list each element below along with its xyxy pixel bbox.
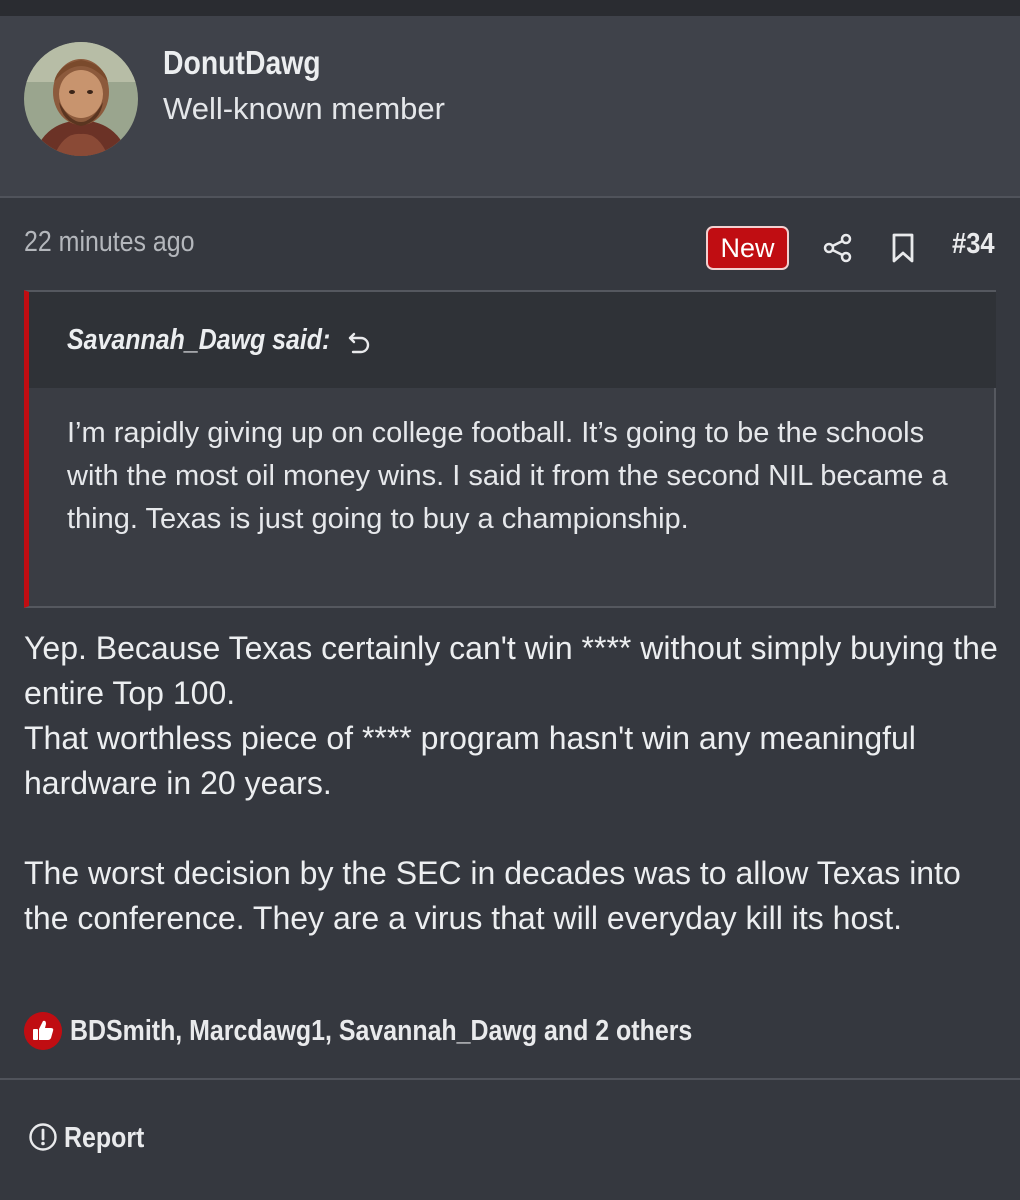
share-icon[interactable] — [822, 232, 854, 264]
message-line: That worthless piece of **** program has… — [24, 720, 916, 801]
divider — [0, 1078, 1020, 1080]
reactions-bar: BDSmith, Marcdawg1, Savannah_Dawg and 2 … — [24, 1012, 1004, 1052]
avatar[interactable] — [24, 42, 138, 156]
report-label[interactable]: Report — [64, 1122, 144, 1155]
quote-author-link[interactable]: Savannah_Dawg said: — [67, 324, 330, 357]
reactions-list-link[interactable]: BDSmith, Marcdawg1, Savannah_Dawg and 2 … — [70, 1015, 692, 1048]
post-meta-bar: 22 minutes ago New #34 — [0, 200, 1020, 288]
avatar-image — [24, 42, 138, 156]
top-strip — [0, 0, 1020, 16]
post-message: Yep. Because Texas certainly can't win *… — [24, 626, 1004, 941]
new-badge: New — [706, 226, 789, 270]
user-header: DonutDawg Well-known member — [0, 16, 1020, 198]
quote-block: Savannah_Dawg said: I’m rapidly giving u… — [24, 290, 996, 608]
username[interactable]: DonutDawg — [163, 44, 321, 82]
post-timestamp[interactable]: 22 minutes ago — [24, 226, 195, 259]
quote-header: Savannah_Dawg said: — [29, 292, 996, 388]
bookmark-icon[interactable] — [889, 232, 917, 264]
quote-body: I’m rapidly giving up on college footbal… — [67, 417, 948, 535]
like-icon — [24, 1012, 62, 1050]
jump-to-quote-icon[interactable] — [345, 328, 373, 356]
user-title: Well-known member — [163, 91, 445, 126]
message-paragraph: The worst decision by the SEC in decades… — [24, 855, 961, 936]
post-number-link[interactable]: #34 — [952, 228, 995, 261]
alert-circle-icon — [29, 1123, 57, 1151]
message-line: Yep. Because Texas certainly can't win *… — [24, 630, 998, 711]
